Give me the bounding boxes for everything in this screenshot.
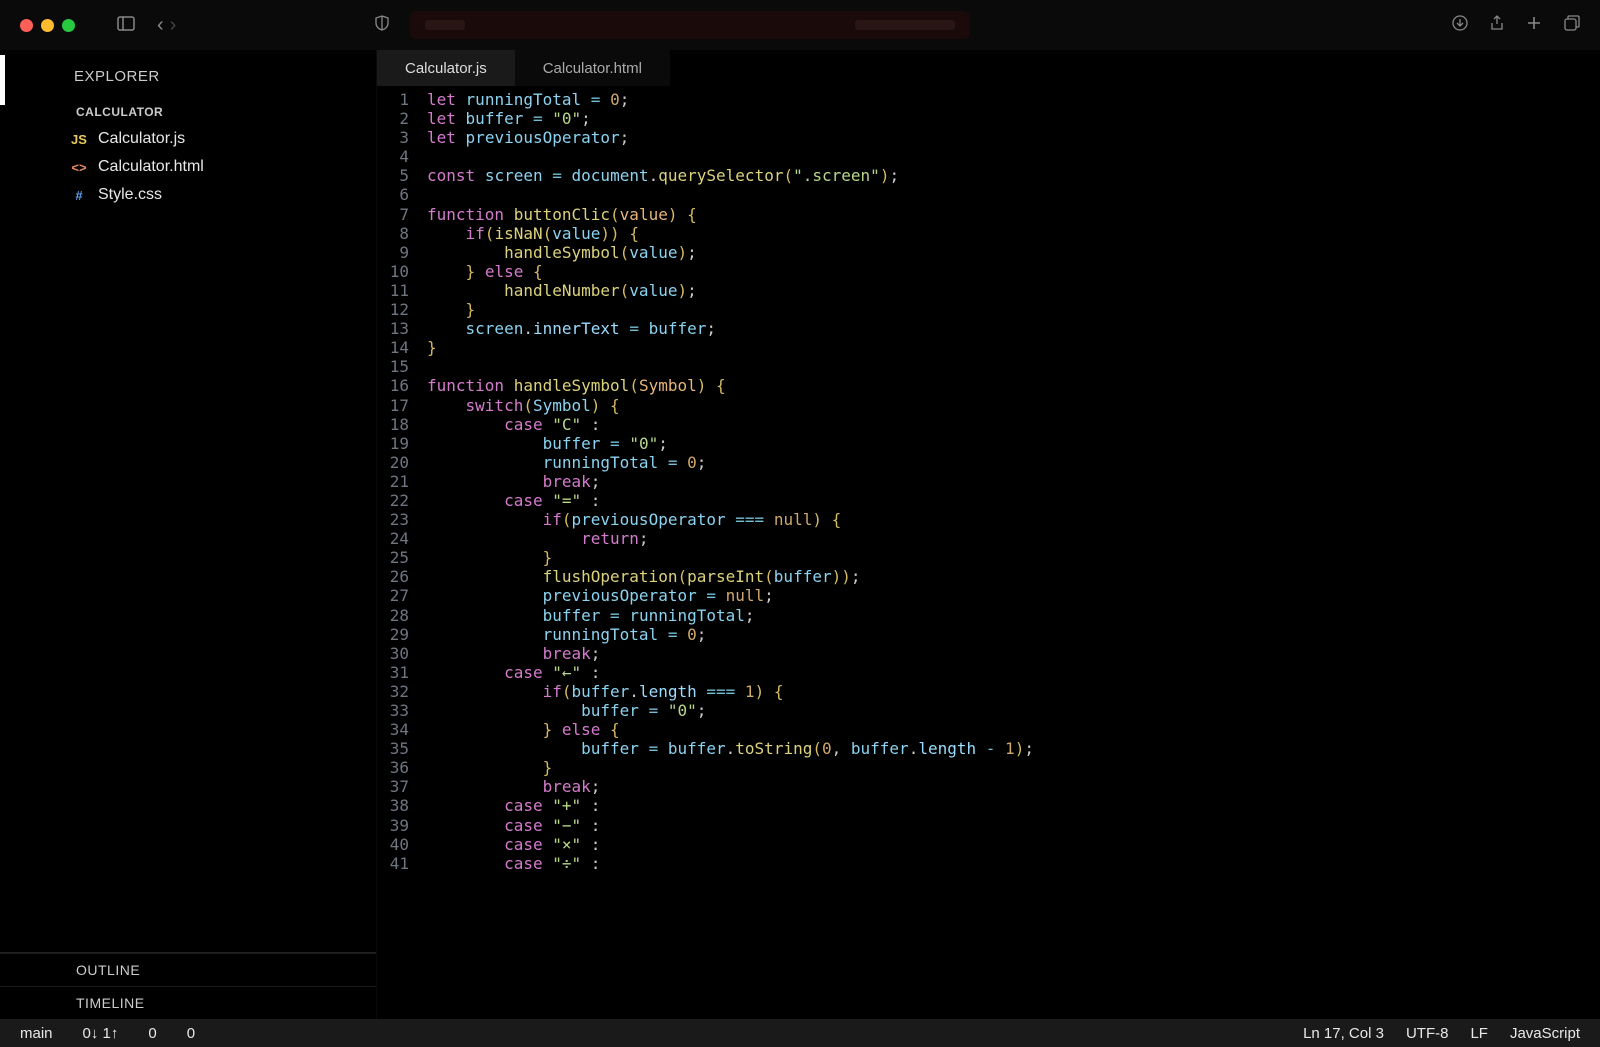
line-number: 27 <box>377 586 427 605</box>
line-number: 20 <box>377 453 427 472</box>
line-number: 33 <box>377 701 427 720</box>
eol[interactable]: LF <box>1470 1025 1488 1042</box>
line-number: 14 <box>377 338 427 357</box>
line-number: 39 <box>377 816 427 835</box>
line-number: 19 <box>377 434 427 453</box>
line-number: 2 <box>377 109 427 128</box>
line-number: 12 <box>377 300 427 319</box>
line-number: 32 <box>377 682 427 701</box>
line-number: 18 <box>377 415 427 434</box>
activity-bar-indicator <box>0 55 5 105</box>
line-number: 1 <box>377 90 427 109</box>
git-branch[interactable]: main <box>20 1025 53 1042</box>
nav-back-icon[interactable]: ‹ <box>157 14 164 37</box>
url-bar[interactable] <box>410 11 970 39</box>
close-window-button[interactable] <box>20 19 33 32</box>
line-number: 30 <box>377 644 427 663</box>
minimize-window-button[interactable] <box>41 19 54 32</box>
nav-arrows: ‹ › <box>157 14 176 37</box>
line-number: 8 <box>377 224 427 243</box>
window-controls <box>20 19 75 32</box>
outline-section[interactable]: OUTLINE <box>0 953 376 986</box>
line-number: 37 <box>377 777 427 796</box>
line-number: 24 <box>377 529 427 548</box>
git-sync[interactable]: 0↓ 1↑ <box>83 1025 119 1042</box>
new-tab-icon[interactable] <box>1526 15 1542 36</box>
url-redacted-right <box>855 20 955 30</box>
html-file-icon: <> <box>68 160 90 175</box>
line-number: 25 <box>377 548 427 567</box>
line-number: 31 <box>377 663 427 682</box>
line-number: 38 <box>377 796 427 815</box>
line-number: 17 <box>377 396 427 415</box>
line-number: 5 <box>377 166 427 185</box>
share-icon[interactable] <box>1490 15 1504 36</box>
line-number: 13 <box>377 319 427 338</box>
shield-icon[interactable] <box>375 15 389 36</box>
line-number: 29 <box>377 625 427 644</box>
js-file-icon: JS <box>68 132 90 147</box>
file-name: Calculator.js <box>98 130 185 148</box>
line-number: 3 <box>377 128 427 147</box>
line-number: 26 <box>377 567 427 586</box>
line-number: 41 <box>377 854 427 873</box>
download-icon[interactable] <box>1452 15 1468 36</box>
line-number: 23 <box>377 510 427 529</box>
sidebar-bottom: OUTLINE TIMELINE <box>0 952 376 1019</box>
sidebar-toggle-icon[interactable] <box>117 15 135 36</box>
line-number: 4 <box>377 147 427 166</box>
main-area: EXPLORER CALCULATOR JS Calculator.js <> Cal… <box>0 50 1600 1019</box>
tabs-overview-icon[interactable] <box>1564 15 1580 36</box>
sidebar: EXPLORER CALCULATOR JS Calculator.js <> Cal… <box>0 50 377 1019</box>
timeline-section[interactable]: TIMELINE <box>0 986 376 1019</box>
url-redacted-left <box>425 20 465 30</box>
line-number: 28 <box>377 606 427 625</box>
errors-count[interactable]: 0 <box>148 1025 156 1042</box>
warnings-count[interactable]: 0 <box>187 1025 195 1042</box>
line-number: 40 <box>377 835 427 854</box>
file-item-style-css[interactable]: # Style.css <box>0 181 376 209</box>
file-name: Calculator.html <box>98 158 204 176</box>
sidebar-section-title[interactable]: CALCULATOR <box>0 95 376 125</box>
line-number: 21 <box>377 472 427 491</box>
file-name: Style.css <box>98 186 162 204</box>
line-number: 7 <box>377 205 427 224</box>
line-number: 9 <box>377 243 427 262</box>
language-mode[interactable]: JavaScript <box>1510 1025 1580 1042</box>
cursor-position[interactable]: Ln 17, Col 3 <box>1303 1025 1384 1042</box>
encoding[interactable]: UTF-8 <box>1406 1025 1449 1042</box>
line-number: 11 <box>377 281 427 300</box>
titlebar: ‹ › <box>0 0 1600 50</box>
line-number: 10 <box>377 262 427 281</box>
line-number: 22 <box>377 491 427 510</box>
tab-calculator-js[interactable]: Calculator.js <box>377 50 515 86</box>
statusbar: main 0↓ 1↑ 0 0 Ln 17, Col 3 UTF-8 LF Jav… <box>0 1019 1600 1047</box>
line-number: 35 <box>377 739 427 758</box>
line-number: 16 <box>377 376 427 395</box>
right-panel-empty <box>1370 50 1600 1019</box>
file-item-calculator-js[interactable]: JS Calculator.js <box>0 125 376 153</box>
line-number: 34 <box>377 720 427 739</box>
line-number: 6 <box>377 185 427 204</box>
tab-calculator-html[interactable]: Calculator.html <box>515 50 670 86</box>
css-file-icon: # <box>68 188 90 203</box>
nav-forward-icon[interactable]: › <box>170 14 177 37</box>
line-number: 36 <box>377 758 427 777</box>
sidebar-title: EXPLORER <box>0 50 376 95</box>
line-number: 15 <box>377 357 427 376</box>
file-item-calculator-html[interactable]: <> Calculator.html <box>0 153 376 181</box>
maximize-window-button[interactable] <box>62 19 75 32</box>
titlebar-right-controls <box>1452 15 1580 36</box>
